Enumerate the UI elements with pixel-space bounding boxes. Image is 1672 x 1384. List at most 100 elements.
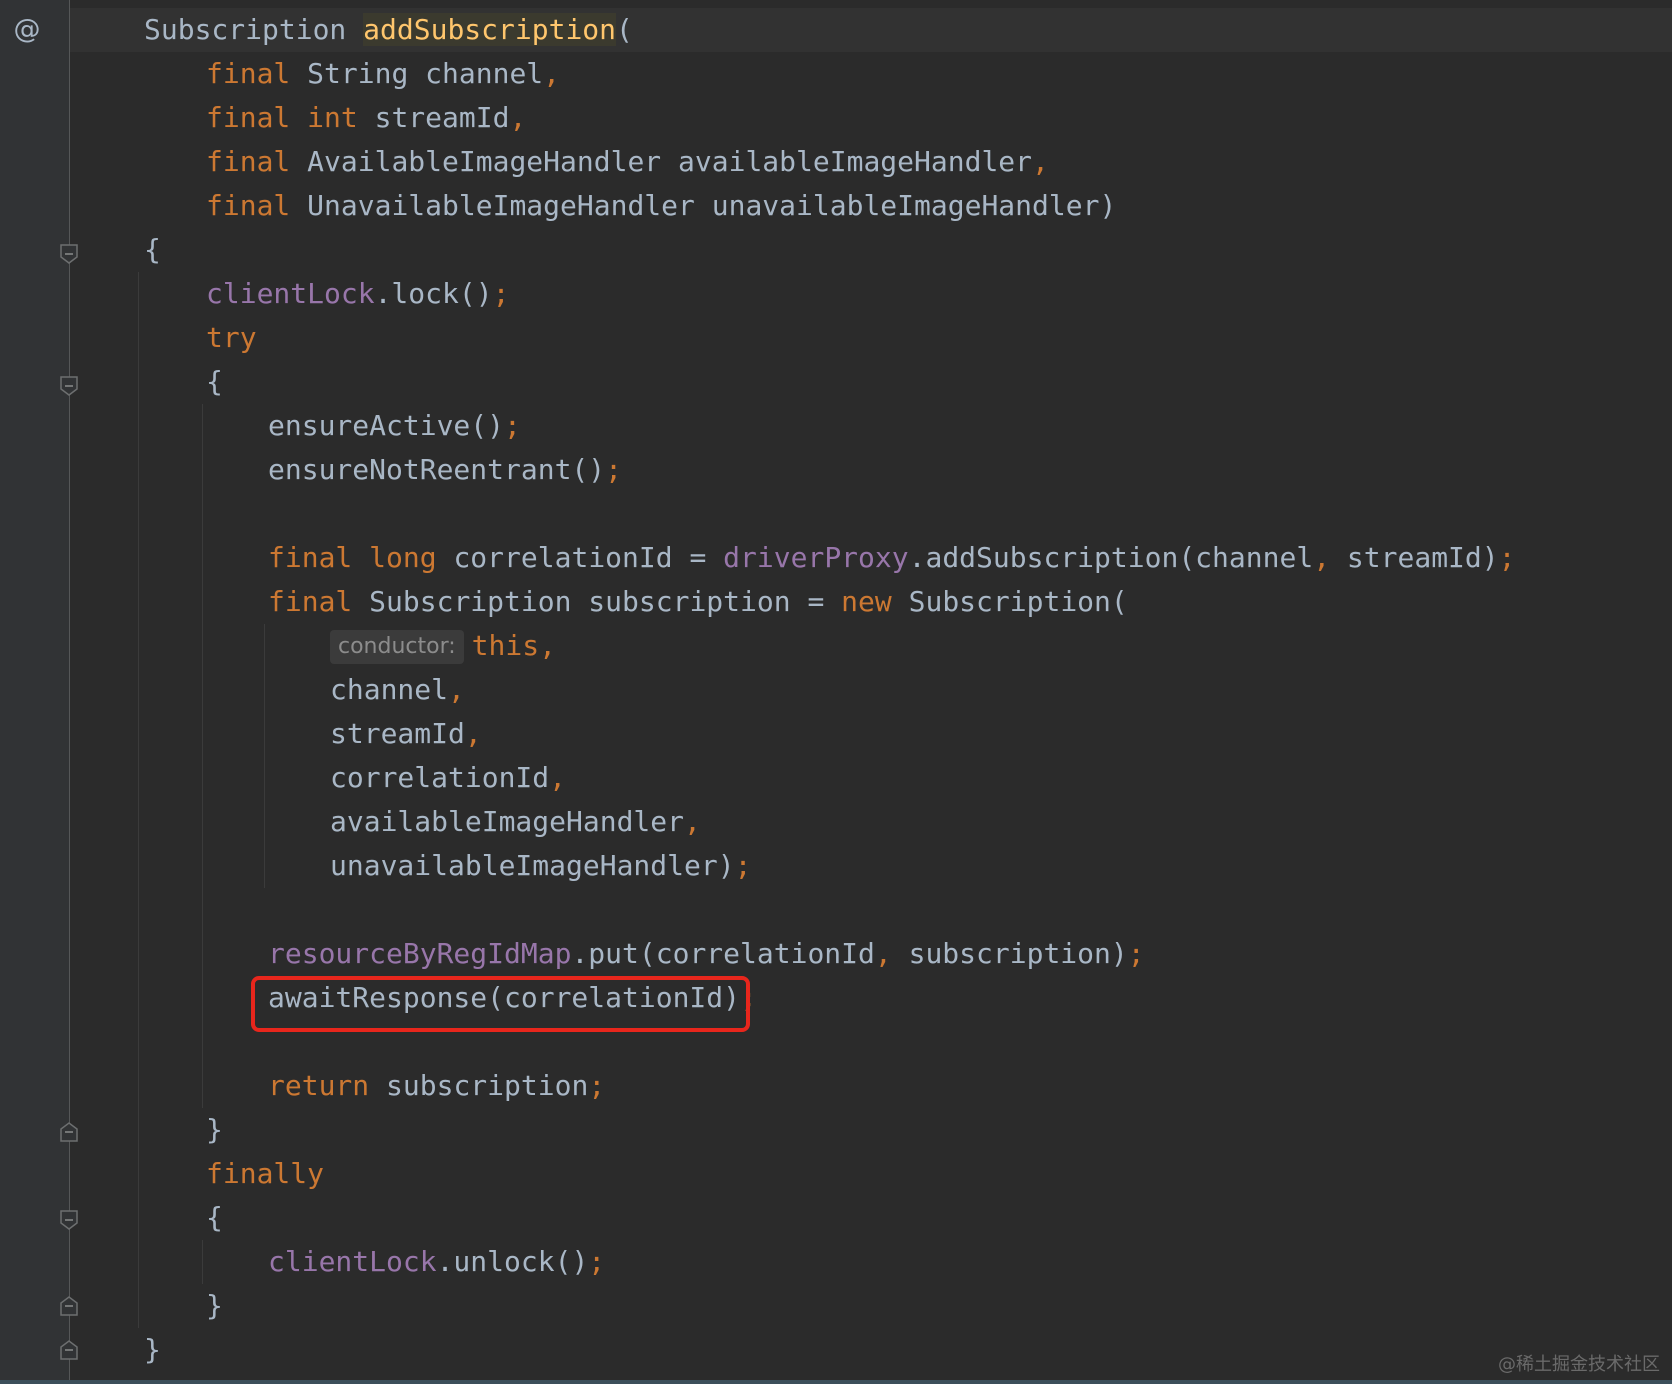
code-token: ensureActive(): [268, 409, 505, 442]
code-line[interactable]: {: [144, 228, 161, 272]
code-token: int: [307, 101, 375, 134]
code-line[interactable]: final long correlationId = driverProxy.a…: [268, 536, 1515, 580]
code-token: UnavailableImageHandler unavailableImage…: [307, 189, 1117, 222]
code-line[interactable]: availableImageHandler,: [330, 800, 701, 844]
code-token: streamId: [374, 101, 510, 134]
code-line[interactable]: finally: [206, 1152, 324, 1196]
indent-guide: [202, 1240, 203, 1284]
code-token: ,: [1032, 145, 1049, 178]
code-token: subscription): [908, 937, 1128, 970]
code-line[interactable]: channel,: [330, 668, 465, 712]
code-token: unavailableImageHandler): [330, 849, 735, 882]
code-token: ,: [549, 761, 567, 794]
code-line[interactable]: }: [144, 1328, 161, 1372]
code-line[interactable]: final AvailableImageHandler availableIma…: [206, 140, 1049, 184]
code-token: ensureNotReentrant(): [268, 453, 606, 486]
code-token: ;: [588, 1245, 606, 1278]
code-token: (: [616, 13, 633, 46]
code-token: new: [841, 585, 909, 618]
indent-guide: [138, 272, 139, 1328]
code-token: {: [206, 1201, 223, 1234]
code-line[interactable]: ensureActive();: [268, 404, 521, 448]
code-token: }: [206, 1113, 223, 1146]
code-token: addSubscription: [363, 13, 617, 46]
indent-guide: [202, 404, 203, 1108]
code-token: final: [268, 585, 370, 618]
code-line[interactable]: {: [206, 1196, 223, 1240]
code-line[interactable]: try: [206, 316, 257, 360]
code-line[interactable]: }: [206, 1108, 223, 1152]
code-token: ,: [684, 805, 701, 838]
indent-guide: [264, 624, 265, 888]
code-line[interactable]: {: [206, 360, 223, 404]
code-line[interactable]: conductor: this,: [330, 624, 556, 668]
code-line[interactable]: correlationId,: [330, 756, 566, 800]
code-line[interactable]: final int streamId,: [206, 96, 526, 140]
code-token: long: [369, 541, 454, 574]
code-token: ;: [492, 277, 510, 310]
code-token: try: [206, 321, 257, 354]
code-line[interactable]: return subscription;: [268, 1064, 605, 1108]
code-token: final: [268, 541, 370, 574]
code-line[interactable]: Subscription addSubscription(: [144, 8, 633, 52]
code-token: ,: [464, 717, 482, 750]
code-token: finally: [206, 1157, 325, 1190]
code-token: }: [144, 1333, 161, 1366]
code-token: final: [206, 101, 308, 134]
code-token: streamId): [1346, 541, 1499, 574]
code-line[interactable]: unavailableImageHandler);: [330, 844, 751, 888]
code-token: ;: [588, 1069, 606, 1102]
fold-marker-icon[interactable]: [60, 1210, 78, 1230]
code-token: String channel: [307, 57, 544, 90]
code-token: correlationId =: [453, 541, 724, 574]
code-token: driverProxy: [723, 541, 909, 574]
code-token: .lock(): [374, 277, 493, 310]
code-token: Subscription(: [908, 585, 1128, 618]
code-token: .unlock(): [436, 1245, 589, 1278]
code-token: subscription: [386, 1069, 589, 1102]
highlight-box: [251, 976, 750, 1032]
code-token: channel: [330, 673, 449, 706]
code-token: ,: [543, 57, 561, 90]
code-line[interactable]: }: [206, 1284, 223, 1328]
code-line[interactable]: resourceByRegIdMap.put(correlationId, su…: [268, 932, 1145, 976]
code-token: clientLock: [206, 277, 375, 310]
code-token: ,: [448, 673, 465, 706]
fold-rail: [69, 0, 70, 1384]
annotation-at-icon[interactable]: @: [12, 10, 42, 50]
fold-marker-icon[interactable]: [60, 1122, 78, 1142]
code-token: streamId: [330, 717, 465, 750]
code-token: ,: [509, 101, 527, 134]
code-token: Subscription: [144, 13, 364, 46]
code-line[interactable]: clientLock.unlock();: [268, 1240, 605, 1284]
code-line[interactable]: final UnavailableImageHandler unavailabl…: [206, 184, 1116, 228]
bottom-bar: [0, 1380, 1672, 1384]
fold-marker-icon[interactable]: [60, 376, 78, 396]
code-token: ;: [605, 453, 623, 486]
code-token: clientLock: [268, 1245, 437, 1278]
code-token: .addSubscription(channel: [908, 541, 1314, 574]
code-token: final: [206, 189, 308, 222]
code-token: ;: [504, 409, 521, 442]
code-token: ;: [1498, 541, 1516, 574]
code-token: ,: [874, 937, 909, 970]
code-token: return: [268, 1069, 387, 1102]
code-token: this: [471, 629, 540, 662]
parameter-hint: conductor:: [330, 630, 464, 664]
code-line[interactable]: streamId,: [330, 712, 482, 756]
code-token: {: [206, 365, 223, 398]
code-line[interactable]: clientLock.lock();: [206, 272, 509, 316]
fold-marker-icon[interactable]: [60, 244, 78, 264]
code-token: }: [206, 1289, 223, 1322]
fold-marker-icon[interactable]: [60, 1340, 78, 1360]
fold-marker-icon[interactable]: [60, 1296, 78, 1316]
code-token: final: [206, 57, 308, 90]
code-line[interactable]: final Subscription subscription = new Su…: [268, 580, 1128, 624]
code-line[interactable]: ensureNotReentrant();: [268, 448, 622, 492]
code-token: ;: [734, 849, 752, 882]
editor-gutter: [0, 0, 70, 1384]
code-token: ,: [539, 629, 556, 662]
watermark: @稀土掘金技术社区: [1498, 1354, 1660, 1375]
code-line[interactable]: final String channel,: [206, 52, 560, 96]
code-token: .put(correlationId: [571, 937, 875, 970]
